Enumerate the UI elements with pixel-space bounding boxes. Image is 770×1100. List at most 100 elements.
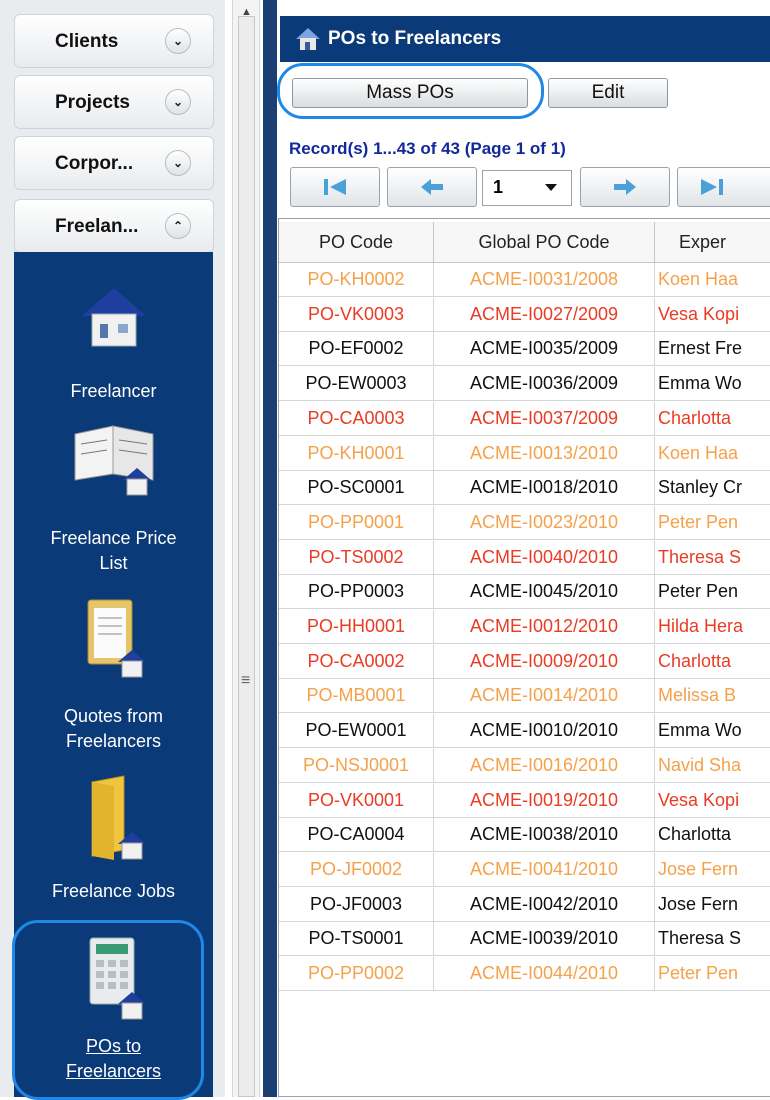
expert-cell: Peter Pen <box>658 511 739 532</box>
panel-item-label: List <box>99 553 128 573</box>
price-list-book-icon <box>74 425 154 496</box>
expert-cell: Koen Haa <box>658 442 739 463</box>
global-po-code-cell: ACME-I0038/2010 <box>434 818 655 853</box>
table-row[interactable]: PO-JF0002 ACME-I0041/2010 Jose Fern <box>279 852 770 887</box>
table-row[interactable]: PO-TS0002 ACME-I0040/2010 Theresa S <box>279 540 770 575</box>
global-po-code-cell: ACME-I0042/2010 <box>434 887 655 922</box>
accordion-label: Clients <box>55 31 119 52</box>
table-row[interactable]: PO-CA0003 ACME-I0037/2009 Charlotta <box>279 401 770 436</box>
expert-cell: Vesa Kopi <box>658 303 740 324</box>
sidebar: Clients ⌄ Projects ⌄ Corpor... ⌄ Freelan… <box>0 0 225 1100</box>
accordion-projects[interactable]: Projects ⌄ <box>14 75 214 129</box>
previous-page-button[interactable] <box>387 167 477 207</box>
expert-cell: Stanley Cr <box>658 477 743 498</box>
table-row[interactable]: PO-PP0003 ACME-I0045/2010 Peter Pen <box>279 575 770 610</box>
table-row[interactable]: PO-EW0003 ACME-I0036/2009 Emma Wo <box>279 367 770 402</box>
table-row[interactable]: PO-CA0004 ACME-I0038/2010 Charlotta <box>279 818 770 853</box>
global-po-code-cell: ACME-I0018/2010 <box>434 471 655 506</box>
panel-item-label: Freelancer <box>70 381 157 401</box>
column-header-global-po-code[interactable]: Global PO Code <box>434 222 655 262</box>
expert-cell: Emma Wo <box>658 720 742 741</box>
panel-item-quotes-from-freelancers[interactable]: Quotes from Freelancers <box>14 704 213 754</box>
expert-cell: Vesa Kopi <box>658 789 740 810</box>
table-row[interactable]: PO-PP0001 ACME-I0023/2010 Peter Pen <box>279 505 770 540</box>
expert-cell: Emma Wo <box>658 373 742 394</box>
global-po-code-cell: ACME-I0019/2010 <box>434 783 655 818</box>
expert-cell: Charlotta <box>658 407 732 428</box>
table-row[interactable]: PO-VK0003 ACME-I0027/2009 Vesa Kopi <box>279 297 770 332</box>
expand-chevron-icon[interactable]: ⌄ <box>165 28 191 54</box>
global-po-code-cell: ACME-I0031/2008 <box>434 263 655 297</box>
expert-cell: Ernest Fre <box>658 338 743 359</box>
po-code-cell: PO-CA0004 <box>279 818 434 853</box>
global-po-code-cell: ACME-I0041/2010 <box>434 852 655 887</box>
accordion-clients[interactable]: Clients ⌄ <box>14 14 214 68</box>
table-row[interactable]: PO-MB0001 ACME-I0014/2010 Melissa B <box>279 679 770 714</box>
panel-splitter[interactable] <box>263 0 277 1097</box>
expert-cell: Theresa S <box>658 928 742 949</box>
panel-item-freelance-jobs[interactable]: Freelance Jobs <box>14 879 213 904</box>
table-row[interactable]: PO-HH0001 ACME-I0012/2010 Hilda Hera <box>279 610 770 644</box>
table-row[interactable]: PO-CA0002 ACME-I0009/2010 Charlotta <box>279 644 770 679</box>
column-header-expert[interactable]: Exper <box>655 222 770 262</box>
house-icon <box>82 288 146 347</box>
expert-cell: Jose Fern <box>658 893 739 914</box>
table-row[interactable]: PO-EW0001 ACME-I0010/2010 Emma Wo <box>279 714 770 749</box>
expert-cell: Koen Haa <box>658 269 739 289</box>
panel-item-label: Freelancers <box>65 731 162 751</box>
po-code-cell: PO-EW0003 <box>279 367 434 402</box>
table-row[interactable]: PO-TS0001 ACME-I0039/2010 Theresa S <box>279 922 770 957</box>
collapse-chevron-icon[interactable]: ⌃ <box>165 213 191 239</box>
table-row[interactable]: PO-EF0002 ACME-I0035/2009 Ernest Fre <box>279 332 770 367</box>
panel-item-freelancer[interactable]: Freelancer <box>14 379 213 404</box>
po-code-cell: PO-CA0002 <box>279 644 434 679</box>
accordion-freelancers[interactable]: Freelan... ⌃ <box>14 199 214 253</box>
global-po-code-cell: ACME-I0009/2010 <box>434 644 655 679</box>
table-row[interactable]: PO-JF0003 ACME-I0042/2010 Jose Fern <box>279 887 770 922</box>
table-row[interactable]: PO-KH0002 ACME-I0031/2008 Koen Haa <box>279 263 770 297</box>
last-page-icon <box>701 179 723 195</box>
active-item-highlight <box>12 920 204 1100</box>
table-row[interactable]: PO-VK0001 ACME-I0019/2010 Vesa Kopi <box>279 783 770 818</box>
po-code-cell: PO-NSJ0001 <box>279 748 434 783</box>
expand-chevron-icon[interactable]: ⌄ <box>165 89 191 115</box>
panel-item-label: Freelance Jobs <box>51 881 176 901</box>
table-header: PO Code Global PO Code Exper <box>279 222 770 263</box>
panel-item-freelance-price-list[interactable]: Freelance Price List <box>14 526 213 576</box>
global-po-code-cell: ACME-I0027/2009 <box>434 297 655 332</box>
expand-chevron-icon[interactable]: ⌄ <box>165 150 191 176</box>
table-row[interactable]: PO-KH0001 ACME-I0013/2010 Koen Haa <box>279 436 770 471</box>
global-po-code-cell: ACME-I0010/2010 <box>434 714 655 749</box>
first-page-button[interactable] <box>290 167 380 207</box>
po-code-cell: PO-PP0001 <box>279 505 434 540</box>
expert-cell: Peter Pen <box>658 963 739 983</box>
quotes-clipboard-icon <box>87 599 146 678</box>
table-row[interactable]: PO-NSJ0001 ACME-I0016/2010 Navid Sha <box>279 748 770 783</box>
global-po-code-cell: ACME-I0039/2010 <box>434 922 655 957</box>
table-row[interactable]: PO-PP0002 ACME-I0044/2010 Peter Pen <box>279 957 770 991</box>
global-po-code-cell: ACME-I0013/2010 <box>434 436 655 471</box>
table-row[interactable]: PO-SC0001 ACME-I0018/2010 Stanley Cr <box>279 471 770 506</box>
global-po-code-cell: ACME-I0016/2010 <box>434 748 655 783</box>
global-po-code-cell: ACME-I0044/2010 <box>434 957 655 991</box>
main-content: POs to Freelancers Mass POs Edit Record(… <box>277 0 770 1097</box>
po-code-cell: PO-MB0001 <box>279 679 434 714</box>
scrollbar-thumb[interactable] <box>238 16 255 1097</box>
po-code-cell: PO-EW0001 <box>279 714 434 749</box>
accordion-corporate[interactable]: Corpor... ⌄ <box>14 136 214 190</box>
previous-page-icon <box>421 179 443 195</box>
page-select[interactable]: 1 <box>482 170 572 206</box>
global-po-code-cell: ACME-I0037/2009 <box>434 401 655 436</box>
last-page-button[interactable] <box>677 167 770 207</box>
global-po-code-cell: ACME-I0035/2009 <box>434 332 655 367</box>
po-code-cell: PO-TS0002 <box>279 540 434 575</box>
column-header-po-code[interactable]: PO Code <box>279 222 434 262</box>
po-code-cell: PO-KH0002 <box>279 263 434 297</box>
edit-button[interactable]: Edit <box>548 78 668 108</box>
po-code-cell: PO-PP0003 <box>279 575 434 610</box>
expert-cell: Hilda Hera <box>658 616 744 636</box>
expert-cell: Melissa B <box>658 685 737 706</box>
page-select-value: 1 <box>493 177 504 197</box>
po-code-cell: PO-KH0001 <box>279 436 434 471</box>
next-page-button[interactable] <box>580 167 670 207</box>
